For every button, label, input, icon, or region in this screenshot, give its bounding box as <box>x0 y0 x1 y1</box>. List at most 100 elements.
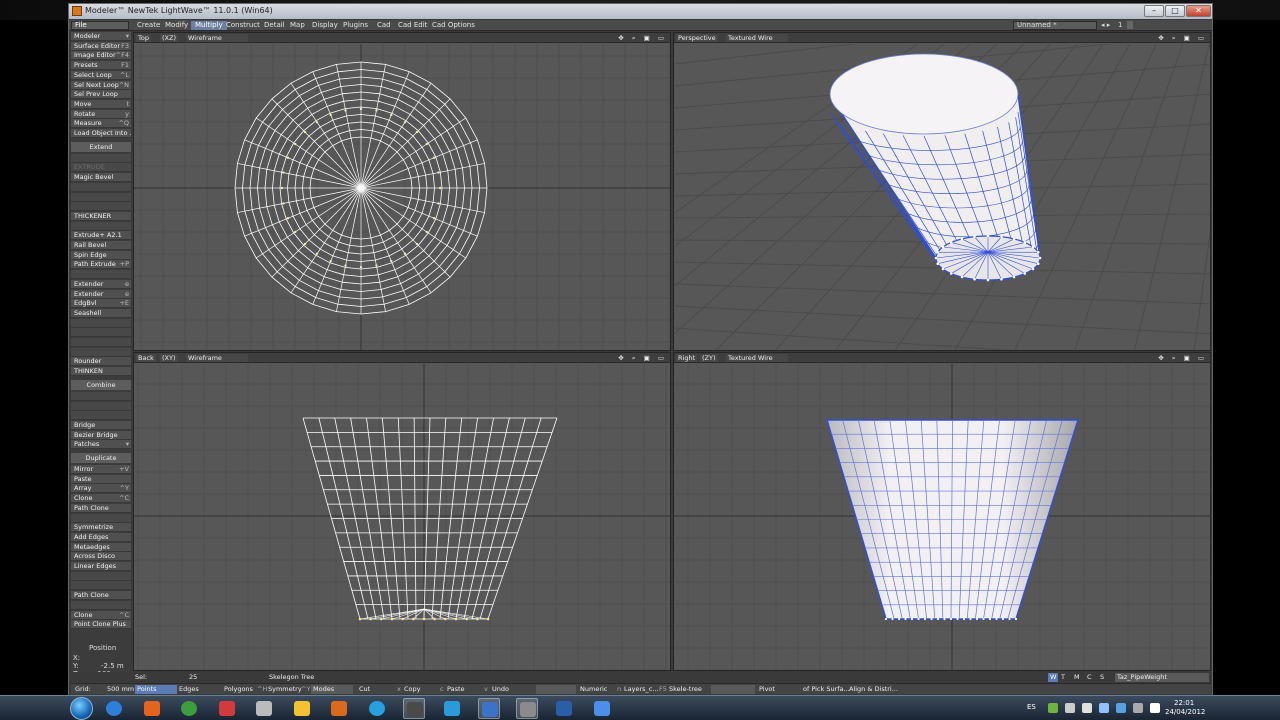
taskbar-app-button[interactable] <box>478 698 500 719</box>
tool-sel-prev-loop[interactable]: Sel Prev Loop <box>71 90 131 100</box>
viewport-perspective-canvas[interactable] <box>674 44 1211 351</box>
minimize-button[interactable]: – <box>1144 5 1164 17</box>
tool-linear-edges[interactable]: Linear Edges <box>71 562 131 571</box>
tool-thickener[interactable]: THICKENER <box>71 211 131 221</box>
vmap-m-button[interactable]: M <box>1074 673 1080 682</box>
blank-button[interactable] <box>711 685 755 694</box>
tool-rounder[interactable]: Rounder <box>71 357 131 367</box>
tool-spin-edge[interactable]: Spin Edge <box>71 250 131 260</box>
numeric-button[interactable]: Numeric <box>580 685 607 694</box>
volume-icon[interactable] <box>1150 703 1160 713</box>
layers-button[interactable]: Layers_c... <box>624 685 659 694</box>
layer-visible-box[interactable] <box>1127 21 1133 29</box>
tool-point-clone-plus[interactable]: Point Clone Plus <box>71 620 131 630</box>
skele-tree-button[interactable]: Skele-tree <box>669 685 702 694</box>
vmap-dropdown[interactable]: Taz_PipeWeight <box>1115 673 1209 682</box>
tool-blank[interactable] <box>71 221 131 231</box>
modes-dropdown[interactable]: Modes <box>311 685 353 694</box>
tool-blank[interactable] <box>71 581 131 591</box>
start-button[interactable] <box>70 697 93 720</box>
tool-sel-next-loop[interactable]: Sel Next Loop ^N <box>71 80 131 90</box>
layer-number[interactable]: 1 <box>1118 21 1122 29</box>
view-type-dropdown[interactable]: Back <box>136 354 156 362</box>
tool-blank[interactable] <box>71 338 131 347</box>
tool-blank[interactable] <box>71 270 131 280</box>
taskbar-app-button[interactable] <box>591 698 613 719</box>
taskbar-app-button[interactable] <box>216 698 238 719</box>
tab-cad[interactable]: Cad <box>373 21 395 30</box>
taskbar-app-button[interactable] <box>366 698 388 719</box>
viewport-back-canvas[interactable] <box>134 364 671 671</box>
viewport-top[interactable]: Top (XZ) Wireframe ✥ ⌕ ▣ ▭ <box>133 32 671 351</box>
tool-add-edges[interactable]: Add Edges <box>71 532 131 542</box>
render-mode-dropdown[interactable]: Wireframe <box>186 34 248 42</box>
tool-blank[interactable] <box>71 411 131 421</box>
axis-dropdown[interactable]: (XY) <box>160 354 178 362</box>
tool-image-editor[interactable]: Image Editor ^F4 <box>71 51 131 61</box>
tool-blank[interactable] <box>71 347 131 357</box>
taskbar-app-button[interactable] <box>515 698 538 719</box>
taskbar-app-button[interactable] <box>328 698 350 719</box>
view-type-dropdown[interactable]: Top <box>136 34 151 42</box>
view-type-dropdown[interactable]: Perspective <box>676 34 718 42</box>
tray-icon-2[interactable] <box>1065 703 1075 713</box>
clock-date[interactable]: 24/04/2012 <box>1165 708 1205 716</box>
network-icon[interactable] <box>1082 703 1092 713</box>
close-button[interactable]: ✕ <box>1186 5 1211 17</box>
tool-extrude-a2-1[interactable]: Extrude+ A2.1 <box>71 231 131 241</box>
tool-patches[interactable]: Patches ▾ <box>71 440 131 450</box>
tool-metaedges[interactable]: Metaedges <box>71 542 131 552</box>
tool-path-clone[interactable]: Path Clone <box>71 503 131 513</box>
tool-mirror[interactable]: Mirror +V <box>71 465 131 474</box>
tool-presets[interactable]: Presets F1 <box>71 61 131 71</box>
file-menu-button[interactable]: File <box>71 21 129 30</box>
align-distribute-button[interactable]: Align & Distri... <box>849 685 898 694</box>
language-indicator[interactable]: ES <box>1027 703 1036 711</box>
tool-blank[interactable] <box>71 318 131 328</box>
tool-bezier-bridge[interactable]: Bezier Bridge <box>71 430 131 440</box>
pivot-button[interactable]: Pivot <box>759 685 775 694</box>
taskbar-app-button[interactable] <box>253 698 275 719</box>
tool-select-loop[interactable]: Select Loop ^L <box>71 70 131 80</box>
undo-button[interactable]: Undo <box>492 685 509 694</box>
tray-icon-1[interactable] <box>1048 703 1058 713</box>
viewport-nav-icons[interactable]: ✥ ⌕ ▣ ▭ <box>1158 34 1207 42</box>
tab-cad-edit[interactable]: Cad Edit <box>394 21 431 30</box>
tool-load-object-into[interactable]: Load Object Into ... <box>71 129 131 138</box>
tool-path-clone[interactable]: Path Clone <box>71 591 131 601</box>
taskbar-app-button[interactable] <box>141 698 163 719</box>
tool-across-disco[interactable]: Across Disco <box>71 552 131 562</box>
tool-blank[interactable] <box>71 202 131 212</box>
tab-create[interactable]: Create <box>133 21 164 30</box>
tool-blank[interactable] <box>71 401 131 411</box>
tab-detail[interactable]: Detail <box>260 21 289 30</box>
tool-paste[interactable]: Paste <box>71 474 131 484</box>
cut-button[interactable]: Cut <box>359 685 370 694</box>
clock-time[interactable]: 22:01 <box>1174 699 1194 707</box>
taskbar-app-button[interactable] <box>103 698 125 719</box>
tool-array[interactable]: Array ^Y <box>71 484 131 494</box>
axis-dropdown[interactable]: (XZ) <box>160 34 178 42</box>
viewport-right[interactable]: Right (ZY) Textured Wire ✥ ⌕ ▣ ▭ <box>673 352 1211 671</box>
vmap-t-button[interactable]: T <box>1061 673 1065 682</box>
tool-extrude[interactable]: EXTRUDE <box>71 163 131 173</box>
view-type-dropdown[interactable]: Right <box>676 354 698 362</box>
tool-symmetrize[interactable]: Symmetrize <box>71 523 131 533</box>
taskbar-app-button[interactable] <box>441 698 463 719</box>
tray-icon-4[interactable] <box>1099 703 1109 713</box>
tool-thinken[interactable]: THINKEN <box>71 367 131 377</box>
tab-cad-options[interactable]: Cad Options <box>428 21 479 30</box>
tool-blank[interactable] <box>71 571 131 581</box>
taskbar-app-button[interactable] <box>553 698 575 719</box>
taskbar-app-button[interactable] <box>403 698 425 719</box>
tool-rail-bevel[interactable]: Rail Bevel <box>71 241 131 250</box>
tool-seashell[interactable]: Seashell <box>71 308 131 318</box>
tab-modify[interactable]: Modify <box>161 21 192 30</box>
viewport-nav-icons[interactable]: ✥ ⌕ ▣ ▭ <box>618 354 667 362</box>
tab-plugins[interactable]: Plugins <box>339 21 372 30</box>
layer-nav-arrows[interactable]: ◂ ▸ <box>1101 21 1110 29</box>
tab-map[interactable]: Map <box>286 21 309 30</box>
paste-button[interactable]: Paste <box>447 685 465 694</box>
tool-blank[interactable] <box>71 182 131 192</box>
tool-magic-bevel[interactable]: Magic Bevel <box>71 173 131 183</box>
